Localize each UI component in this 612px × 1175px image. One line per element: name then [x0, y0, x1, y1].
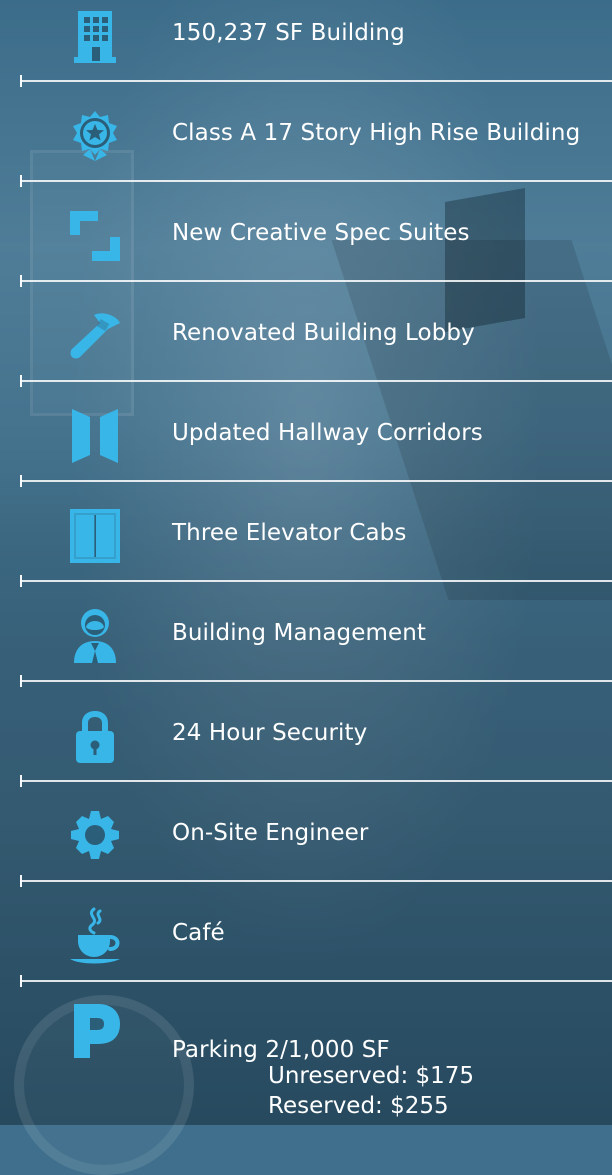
- feature-list: 150,237 SF Building Class A 17 Story Hig…: [0, 0, 612, 1125]
- hallway-icon: [64, 405, 126, 467]
- divider: [20, 975, 612, 987]
- divider-line: [20, 880, 612, 882]
- divider: [20, 475, 612, 487]
- feature-label: Café: [172, 920, 225, 946]
- coffee-icon: [64, 905, 126, 967]
- feature-label: Class A 17 Story High Rise Building: [172, 120, 581, 146]
- feature-label: New Creative Spec Suites: [172, 220, 470, 246]
- divider: [20, 775, 612, 787]
- feature-label: Building Management: [172, 620, 427, 646]
- feature-label: Renovated Building Lobby: [172, 320, 475, 346]
- feature-label: 24 Hour Security: [172, 720, 368, 746]
- manager-icon: [64, 605, 126, 667]
- feature-row-parking: Parking 2/1,000 SF Unreserved: $175 Rese…: [0, 1000, 612, 1125]
- divider: [20, 175, 612, 187]
- feature-label: Updated Hallway Corridors: [172, 420, 483, 446]
- divider: [20, 75, 612, 87]
- divider-line: [20, 780, 612, 782]
- parking-reserved-rate: Reserved: $255: [268, 1093, 449, 1119]
- lock-icon: [64, 705, 126, 767]
- divider-line: [20, 980, 612, 982]
- divider-line: [20, 380, 612, 382]
- divider-line: [20, 580, 612, 582]
- building-icon: [64, 5, 126, 67]
- hammer-icon: [64, 305, 126, 367]
- feature-label: Parking 2/1,000 SF: [172, 1037, 390, 1063]
- feature-label: 150,237 SF Building: [172, 20, 405, 46]
- parking-unreserved-rate: Unreserved: $175: [268, 1063, 475, 1089]
- divider-line: [20, 80, 612, 82]
- divider-line: [20, 180, 612, 182]
- divider: [20, 575, 612, 587]
- divider-line: [20, 480, 612, 482]
- divider: [20, 675, 612, 687]
- divider: [20, 275, 612, 287]
- divider: [20, 375, 612, 387]
- elevator-icon: [64, 505, 126, 567]
- divider-line: [20, 280, 612, 282]
- feature-label: On-Site Engineer: [172, 820, 369, 846]
- divider: [20, 875, 612, 887]
- badge-star-icon: [64, 105, 126, 167]
- frame-corners-icon: [64, 205, 126, 267]
- divider-line: [20, 680, 612, 682]
- parking-icon: [64, 1000, 126, 1062]
- feature-label: Three Elevator Cabs: [172, 520, 407, 546]
- gear-icon: [64, 805, 126, 867]
